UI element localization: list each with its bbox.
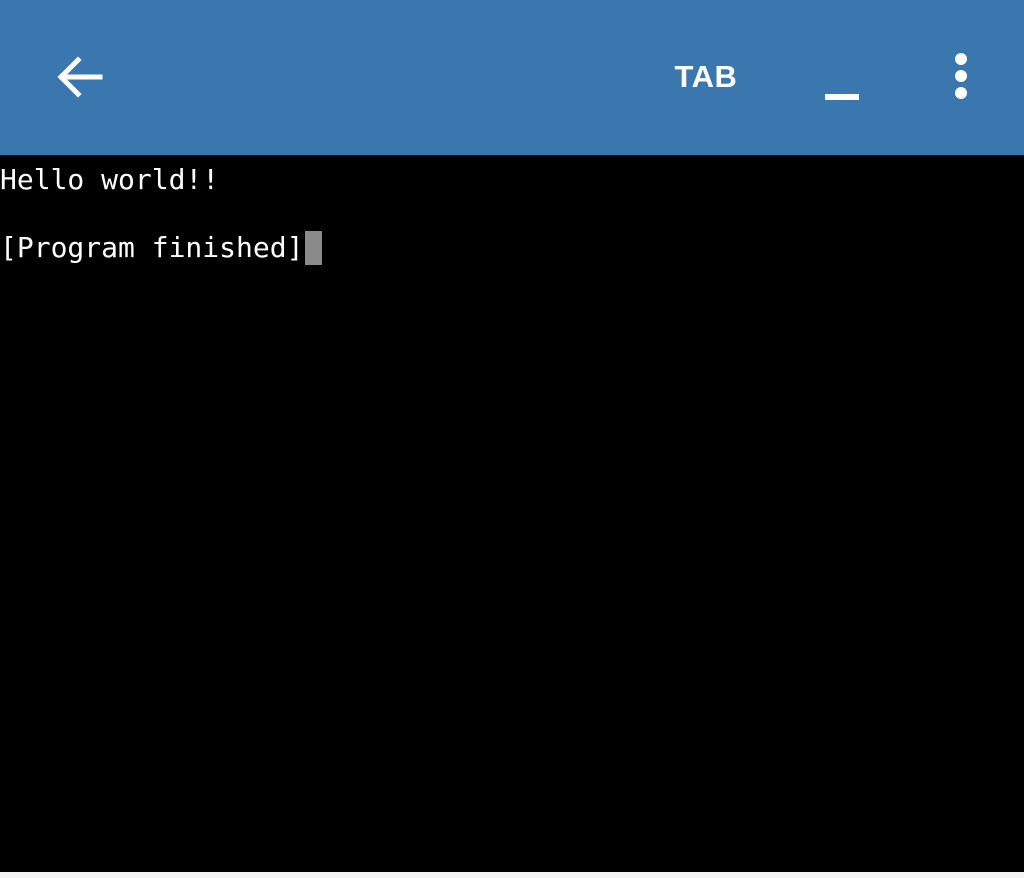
underscore-key-glyph [825,94,859,100]
terminal-line: [Program finished] [0,231,304,264]
more-vertical-icon [955,53,967,99]
top-toolbar: TAB [0,0,1024,155]
underscore-key-button[interactable] [808,48,876,112]
terminal-line: Hello world!! [0,163,220,196]
terminal-line-with-cursor: [Program finished] [0,231,323,265]
arrow-left-icon [57,56,103,98]
terminal-cursor [305,231,323,265]
bottom-edge [0,872,1024,878]
back-button[interactable] [44,41,116,113]
app-window: TAB Hello world!! [Program finished] [0,0,1024,878]
tab-key-button[interactable]: TAB [660,48,752,106]
terminal-output[interactable]: Hello world!! [Program finished] [0,155,1024,872]
more-options-button[interactable] [932,44,990,108]
